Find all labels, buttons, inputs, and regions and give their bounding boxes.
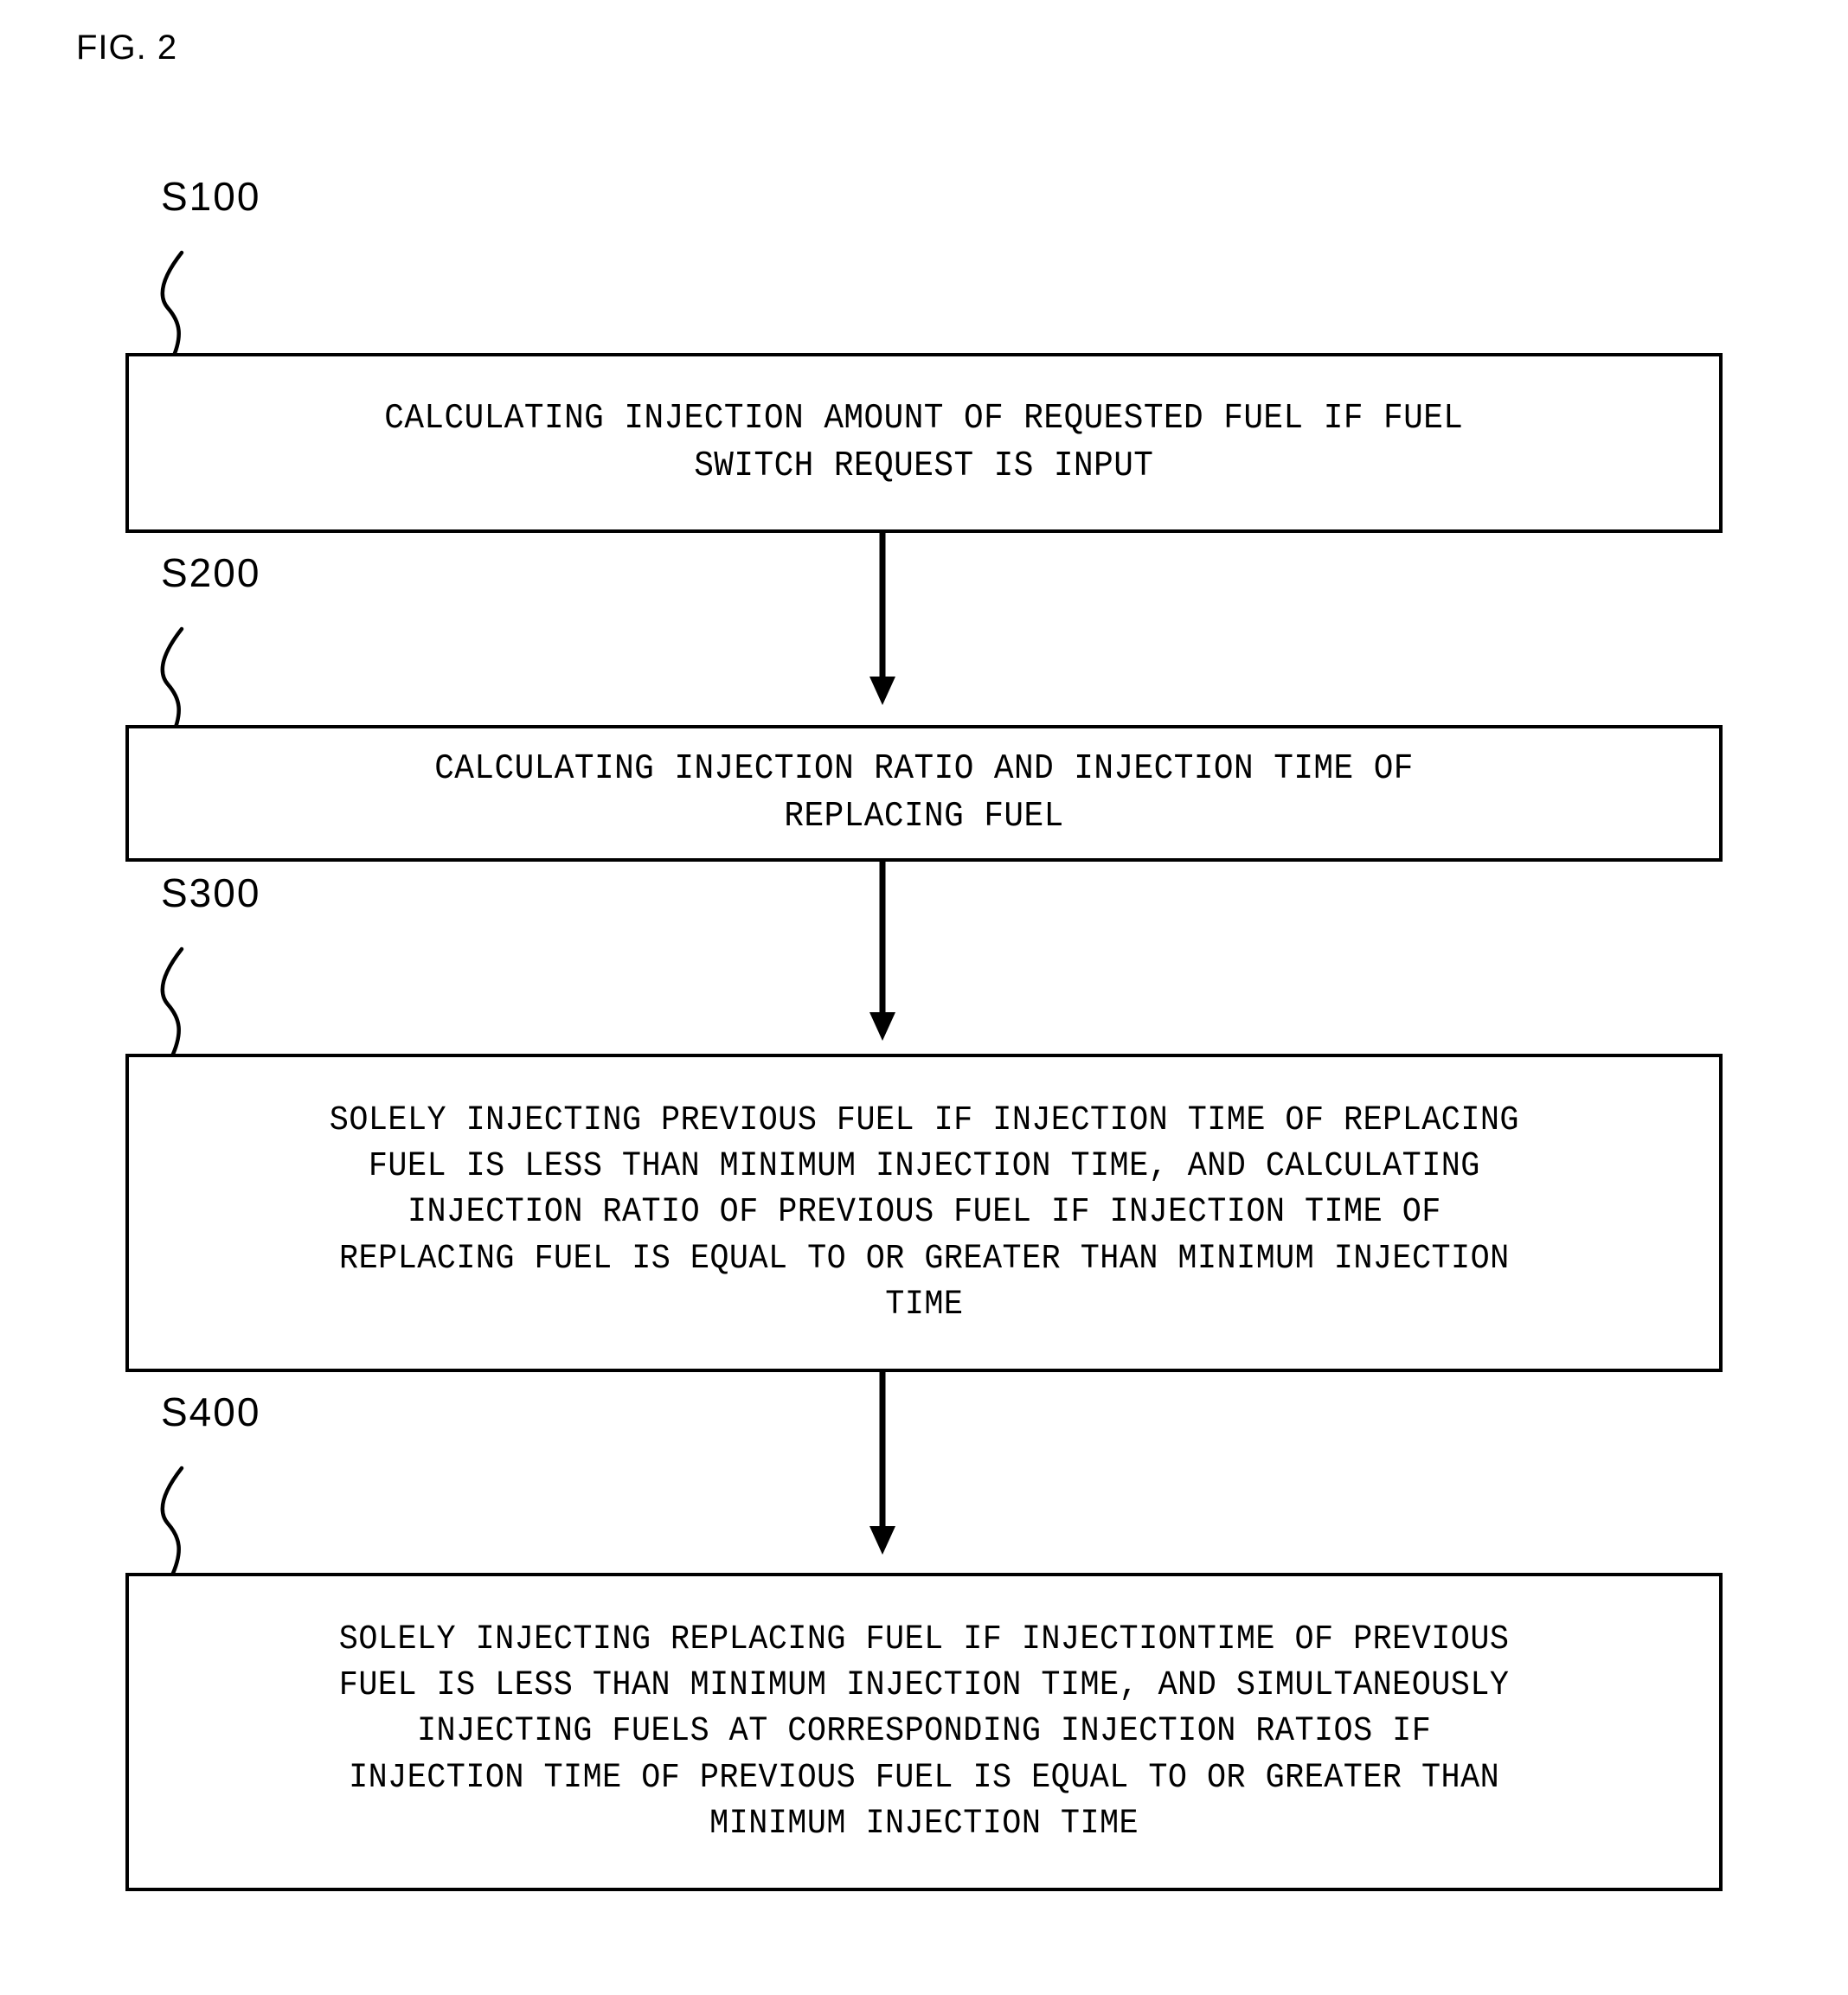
process-box-s100: CALCULATING INJECTION AMOUNT OF REQUESTE…: [125, 353, 1723, 533]
connector-s100-to-s200: [865, 533, 900, 706]
process-box-s100-text: CALCULATING INJECTION AMOUNT OF REQUESTE…: [384, 399, 1464, 486]
process-box-s200-text: CALCULATING INJECTION RATIO AND INJECTIO…: [434, 749, 1414, 837]
process-box-s300-text: SOLELY INJECTING PREVIOUS FUEL IF INJECT…: [329, 1101, 1519, 1325]
leader-line-s400: [145, 1466, 206, 1580]
leader-line-s200: [145, 626, 206, 741]
leader-line-s300: [145, 946, 206, 1061]
step-label-s400: S400: [161, 1389, 261, 1434]
connector-s200-to-s300: [865, 862, 900, 1042]
flowchart-canvas: S100 CALCULATING INJECTION AMOUNT OF REQ…: [0, 0, 1848, 1995]
step-label-s300: S300: [161, 870, 261, 915]
step-label-s100: S100: [161, 174, 261, 219]
step-label-s200: S200: [161, 550, 261, 595]
process-box-s400-text: SOLELY INJECTING REPLACING FUEL IF INJEC…: [338, 1620, 1510, 1844]
process-box-s300: SOLELY INJECTING PREVIOUS FUEL IF INJECT…: [125, 1054, 1723, 1372]
process-box-s400: SOLELY INJECTING REPLACING FUEL IF INJEC…: [125, 1573, 1723, 1891]
connector-s300-to-s400: [865, 1372, 900, 1556]
leader-line-s100: [145, 250, 206, 364]
process-box-s200: CALCULATING INJECTION RATIO AND INJECTIO…: [125, 725, 1723, 862]
